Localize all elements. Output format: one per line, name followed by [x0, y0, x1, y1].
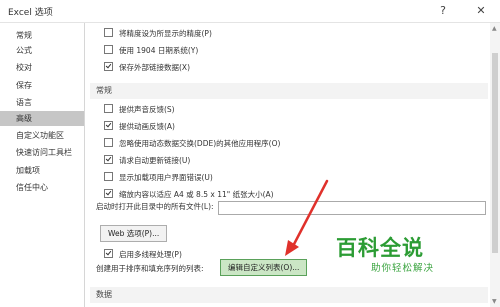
watermark-title: 百科全说 [336, 236, 424, 260]
watermark-subtitle: 助你轻松解决 [371, 263, 435, 274]
